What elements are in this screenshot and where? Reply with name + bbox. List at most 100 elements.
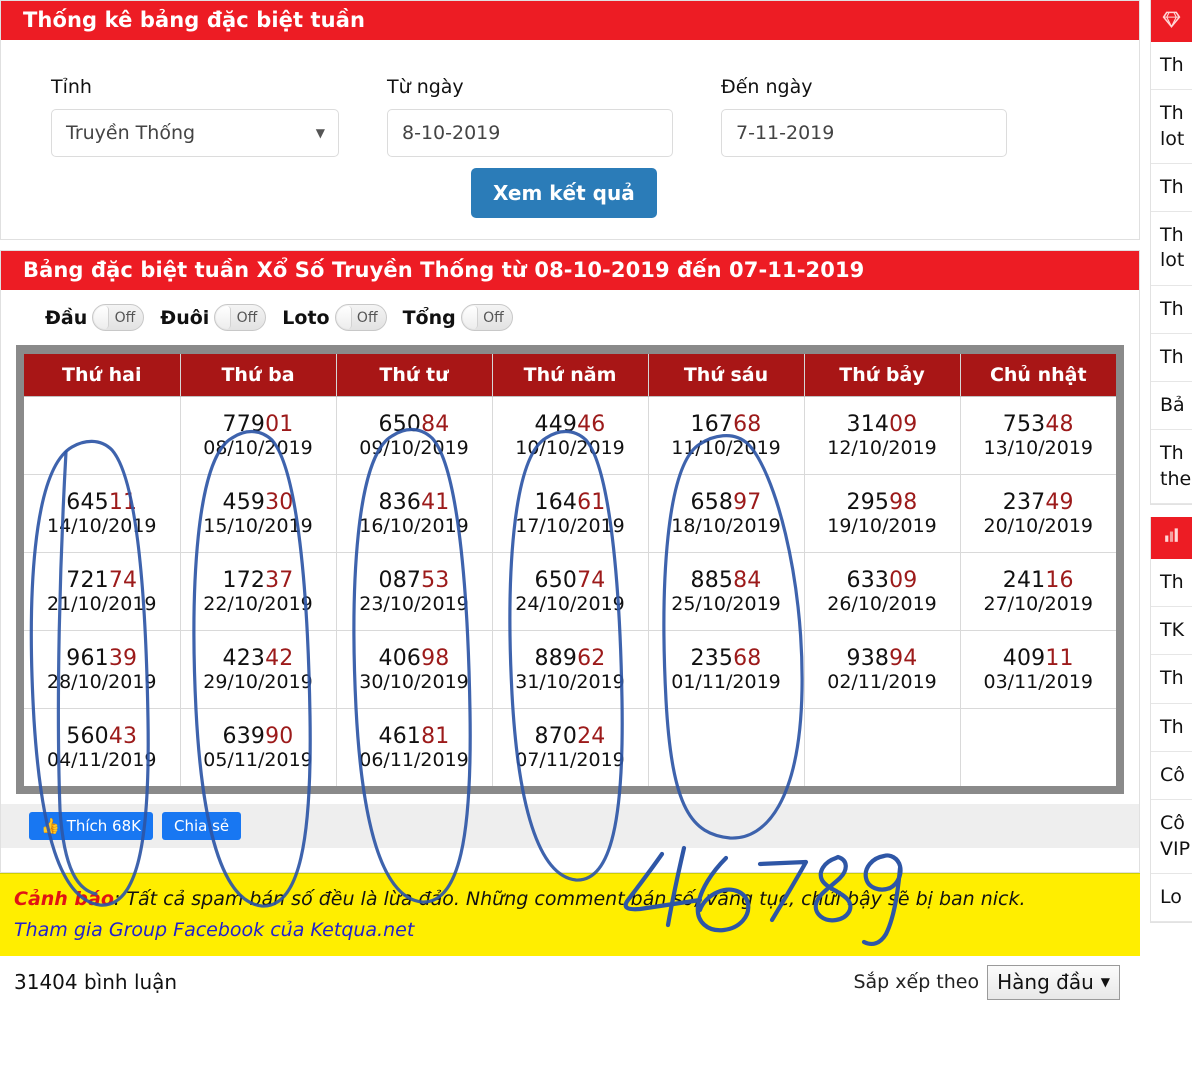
sidebar-item-3[interactable]: Th: [1151, 704, 1192, 752]
special-number: 87024: [493, 724, 648, 749]
week-table-head: Thứ hai Thứ ba Thứ tư Thứ năm Thứ sáu Thứ bảy…: [24, 354, 1116, 397]
number-tail: 81: [421, 723, 450, 749]
special-number: 93894: [805, 646, 960, 671]
result-cell: 63990 05/11/2019: [180, 708, 337, 786]
toggle-switch-1[interactable]: Off: [214, 304, 267, 331]
province-select[interactable]: Truyền Thống ▼: [51, 109, 339, 157]
cell-date: 22/10/2019: [203, 592, 313, 615]
from-date-input[interactable]: 8-10-2019: [387, 109, 673, 157]
facebook-share-button[interactable]: Chia sẻ: [161, 812, 242, 840]
number-head: 241: [1002, 567, 1046, 593]
number-head: 779: [222, 411, 266, 437]
sidebar-item-7[interactable]: Th the: [1151, 430, 1192, 504]
to-date-input[interactable]: 7-11-2019: [721, 109, 1007, 157]
cell-date: 18/10/2019: [671, 514, 781, 537]
number-tail: 37: [265, 567, 294, 593]
number-head: 938: [846, 645, 890, 671]
sidebar-item-4[interactable]: Th: [1151, 286, 1192, 334]
special-number: 40698: [337, 646, 492, 671]
table-row: 96139 28/10/2019 42342 29/10/2019 40698 30/10…: [24, 630, 1116, 709]
thumbs-up-icon: 👍: [41, 816, 60, 835]
number-tail: 16: [1045, 567, 1074, 593]
from-date-value: 8-10-2019: [402, 122, 501, 144]
result-cell: 96139 28/10/2019: [24, 630, 181, 709]
chevron-down-icon: ▼: [1100, 974, 1110, 989]
number-tail: 61: [577, 489, 606, 515]
warning-banner: Cảnh báo: Tất cả spam bán số đều là lừa …: [0, 873, 1140, 955]
special-number: 65074: [493, 568, 648, 593]
number-tail: 98: [421, 645, 450, 671]
result-cell: 40911 03/11/2019: [960, 630, 1116, 709]
result-cell: [24, 396, 181, 475]
number-tail: 74: [108, 567, 138, 593]
number-head: 459: [222, 489, 266, 515]
right-sidebar: Th Th lot Th Th lot Th Th Bả Th the Th TK Th Th Cô C…: [1150, 0, 1192, 1078]
result-cell: 75348 13/10/2019: [960, 396, 1116, 475]
comments-bar: 31404 bình luận Sắp xếp theo Hàng đầu ▼: [0, 954, 1140, 1009]
result-cell: 46181 06/11/2019: [336, 708, 493, 786]
facebook-group-link[interactable]: Tham gia Group Facebook của Ketqua.net: [14, 919, 414, 941]
number-tail: 11: [108, 489, 138, 515]
toggle-knob: [336, 306, 352, 329]
toggle-label-2: Loto: [282, 306, 330, 329]
sidebar-item-4[interactable]: Cô: [1151, 752, 1192, 801]
special-number: 96139: [24, 646, 180, 671]
number-tail: 84: [421, 411, 450, 437]
cell-date: 02/11/2019: [827, 670, 937, 693]
social-bar: 👍 Thích 68K Chia sẻ: [1, 804, 1139, 848]
result-cell: 23749 20/10/2019: [960, 474, 1116, 553]
toggle-label-1: Đuôi: [160, 306, 210, 329]
sidebar-item-3[interactable]: Th lot: [1151, 212, 1192, 286]
toggle-switch-3[interactable]: Off: [460, 304, 513, 331]
result-cell: 16768 11/10/2019: [648, 396, 805, 475]
special-number: 63309: [805, 568, 960, 593]
toggle-label-3: Tổng: [402, 306, 456, 329]
sidebar-block-2-header: [1151, 516, 1192, 559]
sidebar-item-1[interactable]: Th lot: [1151, 90, 1192, 164]
sidebar-item-2[interactable]: Th: [1151, 164, 1192, 213]
from-date-label: Từ ngày: [387, 76, 464, 98]
special-number: 08753: [337, 568, 492, 593]
cell-date: 09/10/2019: [359, 436, 469, 459]
number-head: 314: [846, 411, 890, 437]
week-table-header-row: Thứ hai Thứ ba Thứ tư Thứ năm Thứ sáu Thứ bảy…: [24, 354, 1116, 397]
view-results-button[interactable]: Xem kết quả: [471, 168, 657, 218]
result-cell: [648, 708, 805, 786]
number-head: 172: [222, 567, 266, 593]
toggle-switch-0[interactable]: Off: [92, 304, 145, 331]
sidebar-item-5[interactable]: Th: [1151, 334, 1192, 383]
result-cell: 64511 14/10/2019: [24, 474, 181, 553]
toggle-switch-2[interactable]: Off: [334, 304, 387, 331]
result-cell: 72174 21/10/2019: [24, 552, 181, 631]
special-number: 31409: [805, 412, 960, 437]
sidebar-item-0[interactable]: Th: [1151, 559, 1192, 608]
table-row: 77901 08/10/2019 65084 09/10/2019 44946 10/10…: [24, 396, 1116, 475]
special-number: 46181: [337, 724, 492, 749]
number-head: 295: [846, 489, 890, 515]
result-cell: 31409 12/10/2019: [804, 396, 961, 475]
column-header-2: Thứ tư: [336, 354, 493, 397]
week-table-body: 77901 08/10/2019 65084 09/10/2019 44946 10/10…: [24, 396, 1116, 786]
cell-date: 29/10/2019: [203, 670, 313, 693]
sidebar-item-5[interactable]: Cô VIP: [1151, 800, 1192, 874]
sidebar-item-2[interactable]: Th: [1151, 655, 1192, 704]
sidebar-item-1[interactable]: TK: [1151, 607, 1192, 656]
number-tail: 97: [733, 489, 762, 515]
toggle-state: Off: [236, 309, 258, 326]
facebook-like-button[interactable]: 👍 Thích 68K: [29, 812, 153, 840]
number-head: 836: [378, 489, 422, 515]
facebook-like-label: Thích 68K: [66, 817, 141, 835]
number-head: 650: [378, 411, 422, 437]
number-tail: 90: [265, 723, 294, 749]
cell-date: 21/10/2019: [46, 592, 157, 615]
sidebar-item-6[interactable]: Lo: [1151, 874, 1192, 923]
number-head: 235: [690, 645, 734, 671]
cell-date: 08/10/2019: [203, 436, 313, 459]
result-cell: 65074 24/10/2019: [492, 552, 649, 631]
filter-toggles: Đầu Off Đuôi Off Loto Off Tổng Off: [1, 290, 1139, 339]
column-header-5: Thứ bảy: [804, 354, 961, 397]
comment-sort-select[interactable]: Hàng đầu ▼: [987, 964, 1120, 1000]
sidebar-item-0[interactable]: Th: [1151, 42, 1192, 91]
special-number: 16768: [649, 412, 804, 437]
sidebar-item-6[interactable]: Bả: [1151, 382, 1192, 431]
